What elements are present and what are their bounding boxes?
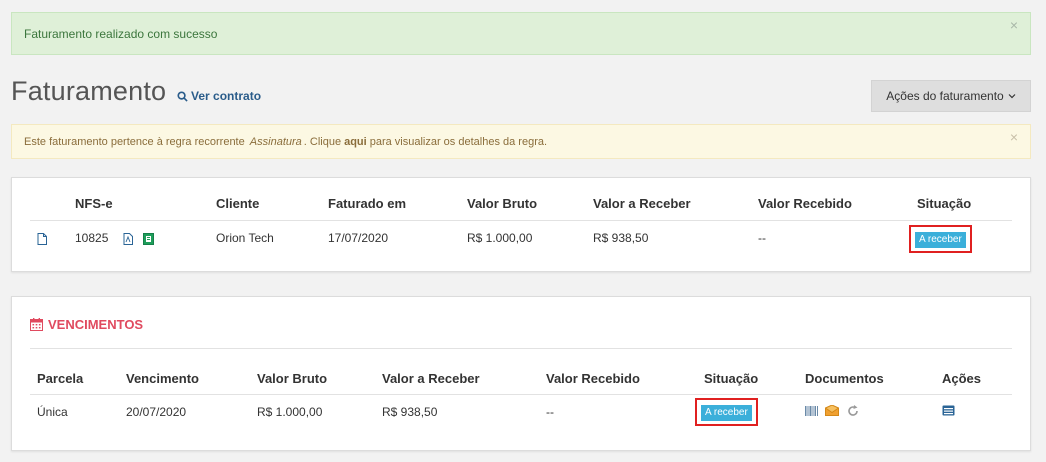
search-icon [177,90,188,102]
pdf-icon[interactable] [123,233,133,245]
col-situacao: Situação [704,371,759,386]
recurring-rule-alert: Este faturamento pertence à regra recorr… [11,124,1031,159]
view-contract-link[interactable]: Ver contrato [177,89,261,103]
close-icon[interactable]: × [1010,17,1018,33]
refresh-icon[interactable] [847,405,859,417]
section-title: VENCIMENTOS [30,317,143,332]
nfse-number: 10825 [75,231,109,245]
section-divider [30,348,1012,349]
col-vencimento: Vencimento [126,371,199,386]
valor-recebido-value: -- [546,405,554,419]
chevron-down-icon [1008,94,1016,99]
billing-actions-label: Ações do faturamento [886,89,1004,103]
page-title: Faturamento [11,76,167,106]
rule-name: Assinatura [249,135,302,148]
col-acoes: Ações [942,371,982,386]
invoice-panel: NFS-e Cliente Faturado em Valor Bruto Va… [11,177,1031,272]
col-valor-a-receber: Valor a Receber [593,196,691,211]
header-divider [30,394,1012,395]
warning-mid: . Clique [303,135,342,148]
list-actions-icon[interactable] [942,405,955,416]
success-alert-text: Faturamento realizado com sucesso [24,26,218,41]
success-alert: Faturamento realizado com sucesso × [11,12,1031,55]
header-divider [30,220,1012,221]
vencimentos-title: VENCIMENTOS [48,317,144,332]
status-badge: A receber [915,232,966,248]
billing-actions-button[interactable]: Ações do faturamento [871,80,1031,112]
col-valor-recebido: Valor Recebido [758,196,852,211]
due-dates-panel: VENCIMENTOS Parcela Vencimento Valor Bru… [11,296,1031,451]
col-valor-bruto: Valor Bruto [467,196,538,211]
cliente-value: Orion Tech [216,231,274,245]
status-highlight: A receber [695,398,758,426]
rule-details-link[interactable]: aqui [344,136,367,148]
status-badge: A receber [701,405,752,421]
valor-a-receber-value: R$ 938,50 [593,231,649,245]
view-contract-label: Ver contrato [191,89,262,103]
col-valor-a-receber: Valor a Receber [382,371,480,386]
warning-prefix: Este faturamento pertence à regra recorr… [24,135,245,148]
col-parcela: Parcela [37,371,84,386]
col-documentos: Documentos [805,371,884,386]
parcela-value: Única [37,405,68,419]
excel-icon[interactable] [143,233,154,245]
col-valor-bruto: Valor Bruto [257,371,328,386]
status-highlight: A receber [909,225,972,253]
close-icon[interactable]: × [1010,129,1018,145]
page-header: Faturamento Ver contrato Ações do fatura… [11,74,1031,114]
warning-suffix: para visualizar os detalhes da regra. [369,135,548,148]
col-cliente: Cliente [216,196,260,211]
valor-bruto-value: R$ 1.000,00 [257,405,323,419]
envelope-icon[interactable] [825,405,839,416]
vencimento-value: 20/07/2020 [126,405,187,419]
valor-recebido-value: -- [758,231,766,245]
faturado-em-value: 17/07/2020 [328,231,389,245]
barcode-icon[interactable] [805,406,818,416]
valor-a-receber-value: R$ 938,50 [382,405,438,419]
col-nfse: NFS-e [75,196,113,211]
col-situacao: Situação [917,196,972,211]
document-icon[interactable] [37,233,47,245]
col-valor-recebido: Valor Recebido [546,371,640,386]
valor-bruto-value: R$ 1.000,00 [467,231,533,245]
col-faturado-em: Faturado em [328,196,407,211]
calendar-icon [30,318,43,331]
